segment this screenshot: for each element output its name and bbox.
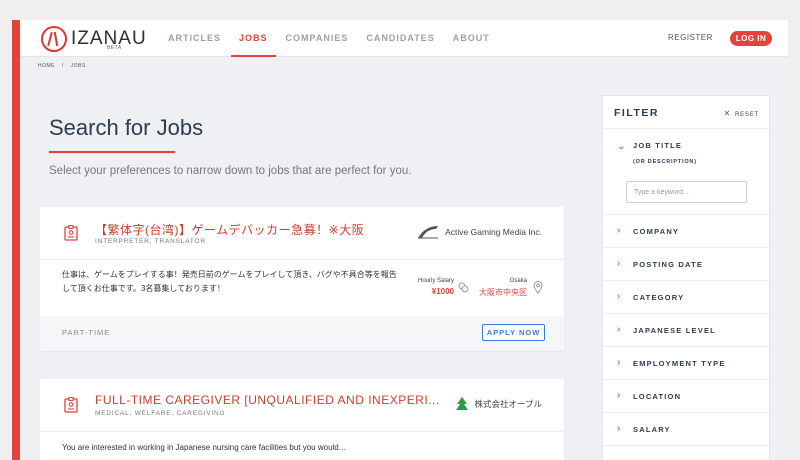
location-info: Osaka 大阪市中央区 xyxy=(472,278,527,298)
salary-label: Hourly Salary xyxy=(417,278,454,284)
nav-companies[interactable]: COMPANIES xyxy=(286,20,349,57)
brand-logo[interactable]: IZANAU xyxy=(41,26,147,52)
filter-category-label: CATEGORY xyxy=(633,293,685,302)
filter-job-title-sublabel: (OR DESCRIPTION) xyxy=(633,159,697,165)
location-value: 大阪市中央区 xyxy=(479,288,527,297)
filter-title: FILTER xyxy=(614,107,659,119)
company-info[interactable]: 株式会社オープル xyxy=(454,396,543,412)
chevron-right-icon: › xyxy=(617,225,621,236)
filter-posting-date[interactable]: › POSTING DATE xyxy=(603,248,769,281)
chevron-right-icon: › xyxy=(617,258,621,269)
job-tags: MEDICAL, WELFARE, CAREGIVING xyxy=(95,410,226,417)
breadcrumb-home[interactable]: HOME xyxy=(38,63,55,69)
apply-now-button[interactable]: APPLY NOW xyxy=(482,324,545,341)
chevron-right-icon: › xyxy=(617,324,621,335)
job-card[interactable]: 【繁体字(台湾)】ゲームデバッカー急募！※大阪 INTERPRETER, TRA… xyxy=(40,207,564,351)
login-button[interactable]: LOG IN xyxy=(730,31,772,46)
title-underline xyxy=(49,151,175,153)
nav-articles[interactable]: ARTICLES xyxy=(168,20,221,57)
company-logo-icon xyxy=(418,226,439,239)
job-badge-icon xyxy=(64,397,78,413)
salary-info: Hourly Salary ¥1000 xyxy=(408,278,454,296)
filter-location-label: LOCATION xyxy=(633,392,682,401)
reset-label: RESET xyxy=(734,112,759,118)
app-window: IZANAU BETA ARTICLES JOBS COMPANIES CAND… xyxy=(12,20,788,460)
job-title[interactable]: 【繁体字(台湾)】ゲームデバッカー急募！※大阪 xyxy=(95,221,364,238)
job-description: 仕事は、ゲームをプレイする事！発売日前のゲームをプレイして頂き、バグや不具合等を… xyxy=(62,270,397,293)
reset-button[interactable]: ✕ RESET xyxy=(723,109,759,118)
filter-company-label: COMPANY xyxy=(633,227,680,236)
location-label: Osaka xyxy=(509,278,527,284)
filter-posting-date-label: POSTING DATE xyxy=(633,260,704,269)
chevron-right-icon: › xyxy=(617,291,621,302)
main-nav: ARTICLES JOBS COMPANIES CANDIDATES ABOUT xyxy=(168,20,508,57)
filter-location[interactable]: › LOCATION xyxy=(603,380,769,413)
card-footer: PART-TIME APPLY NOW xyxy=(40,316,564,351)
page-subtitle: Select your preferences to narrow down t… xyxy=(49,165,412,177)
map-pin-icon xyxy=(533,281,543,294)
filter-category[interactable]: › CATEGORY xyxy=(603,281,769,314)
coins-icon xyxy=(458,282,469,293)
brand-mark-icon xyxy=(41,26,67,52)
beta-badge: BETA xyxy=(107,45,122,51)
filter-panel: FILTER ✕ RESET ⌄ JOB TITLE (OR DESCRIPTIO… xyxy=(602,95,770,460)
chevron-right-icon: › xyxy=(617,357,621,368)
job-card[interactable]: FULL-TIME CAREGIVER [UNQUALIFIED AND INE… xyxy=(40,379,564,460)
job-tags: INTERPRETER, TRANSLATOR xyxy=(95,238,206,245)
card-divider xyxy=(40,431,564,432)
keyword-input[interactable] xyxy=(626,181,747,203)
company-logo-icon xyxy=(455,397,468,410)
breadcrumb: HOME / JOBS xyxy=(38,63,91,69)
job-description: You are interested in working in Japanes… xyxy=(62,443,346,452)
filter-job-title-label[interactable]: JOB TITLE xyxy=(633,141,682,150)
chevron-down-icon[interactable]: ⌄ xyxy=(617,141,625,152)
company-info[interactable]: Active Gaming Media Inc. xyxy=(416,224,542,240)
breadcrumb-current: JOBS xyxy=(70,63,86,69)
filter-job-title: ⌄ JOB TITLE (OR DESCRIPTION) xyxy=(603,129,769,215)
filter-company[interactable]: › COMPANY xyxy=(603,215,769,248)
filter-employment-type-label: EMPLOYMENT TYPE xyxy=(633,359,726,368)
filter-japanese-level-label: JAPANESE LEVEL xyxy=(633,326,716,335)
filter-japanese-level[interactable]: › JAPANESE LEVEL xyxy=(603,314,769,347)
filter-salary[interactable]: › SALARY xyxy=(603,413,769,446)
job-badge-icon xyxy=(64,225,78,241)
nav-candidates[interactable]: CANDIDATES xyxy=(366,20,434,57)
company-name: 株式会社オープル xyxy=(474,399,543,409)
register-link[interactable]: REGISTER xyxy=(668,33,713,42)
breadcrumb-separator: / xyxy=(61,63,64,69)
employment-type: PART-TIME xyxy=(62,328,111,337)
filter-header: FILTER ✕ RESET xyxy=(603,96,769,129)
filter-salary-label: SALARY xyxy=(633,425,671,434)
job-title[interactable]: FULL-TIME CAREGIVER [UNQUALIFIED AND INE… xyxy=(95,393,440,407)
page-title: Search for Jobs xyxy=(49,115,204,140)
nav-jobs[interactable]: JOBS xyxy=(231,20,276,57)
filter-employment-type[interactable]: › EMPLOYMENT TYPE xyxy=(603,347,769,380)
chevron-right-icon: › xyxy=(617,390,621,401)
close-icon: ✕ xyxy=(723,109,731,118)
card-divider xyxy=(40,259,564,260)
chevron-right-icon: › xyxy=(617,423,621,434)
site-header: IZANAU BETA ARTICLES JOBS COMPANIES CAND… xyxy=(20,20,788,57)
nav-about[interactable]: ABOUT xyxy=(453,20,490,57)
company-name: Active Gaming Media Inc. xyxy=(445,227,542,237)
salary-value: ¥1000 xyxy=(431,287,454,296)
